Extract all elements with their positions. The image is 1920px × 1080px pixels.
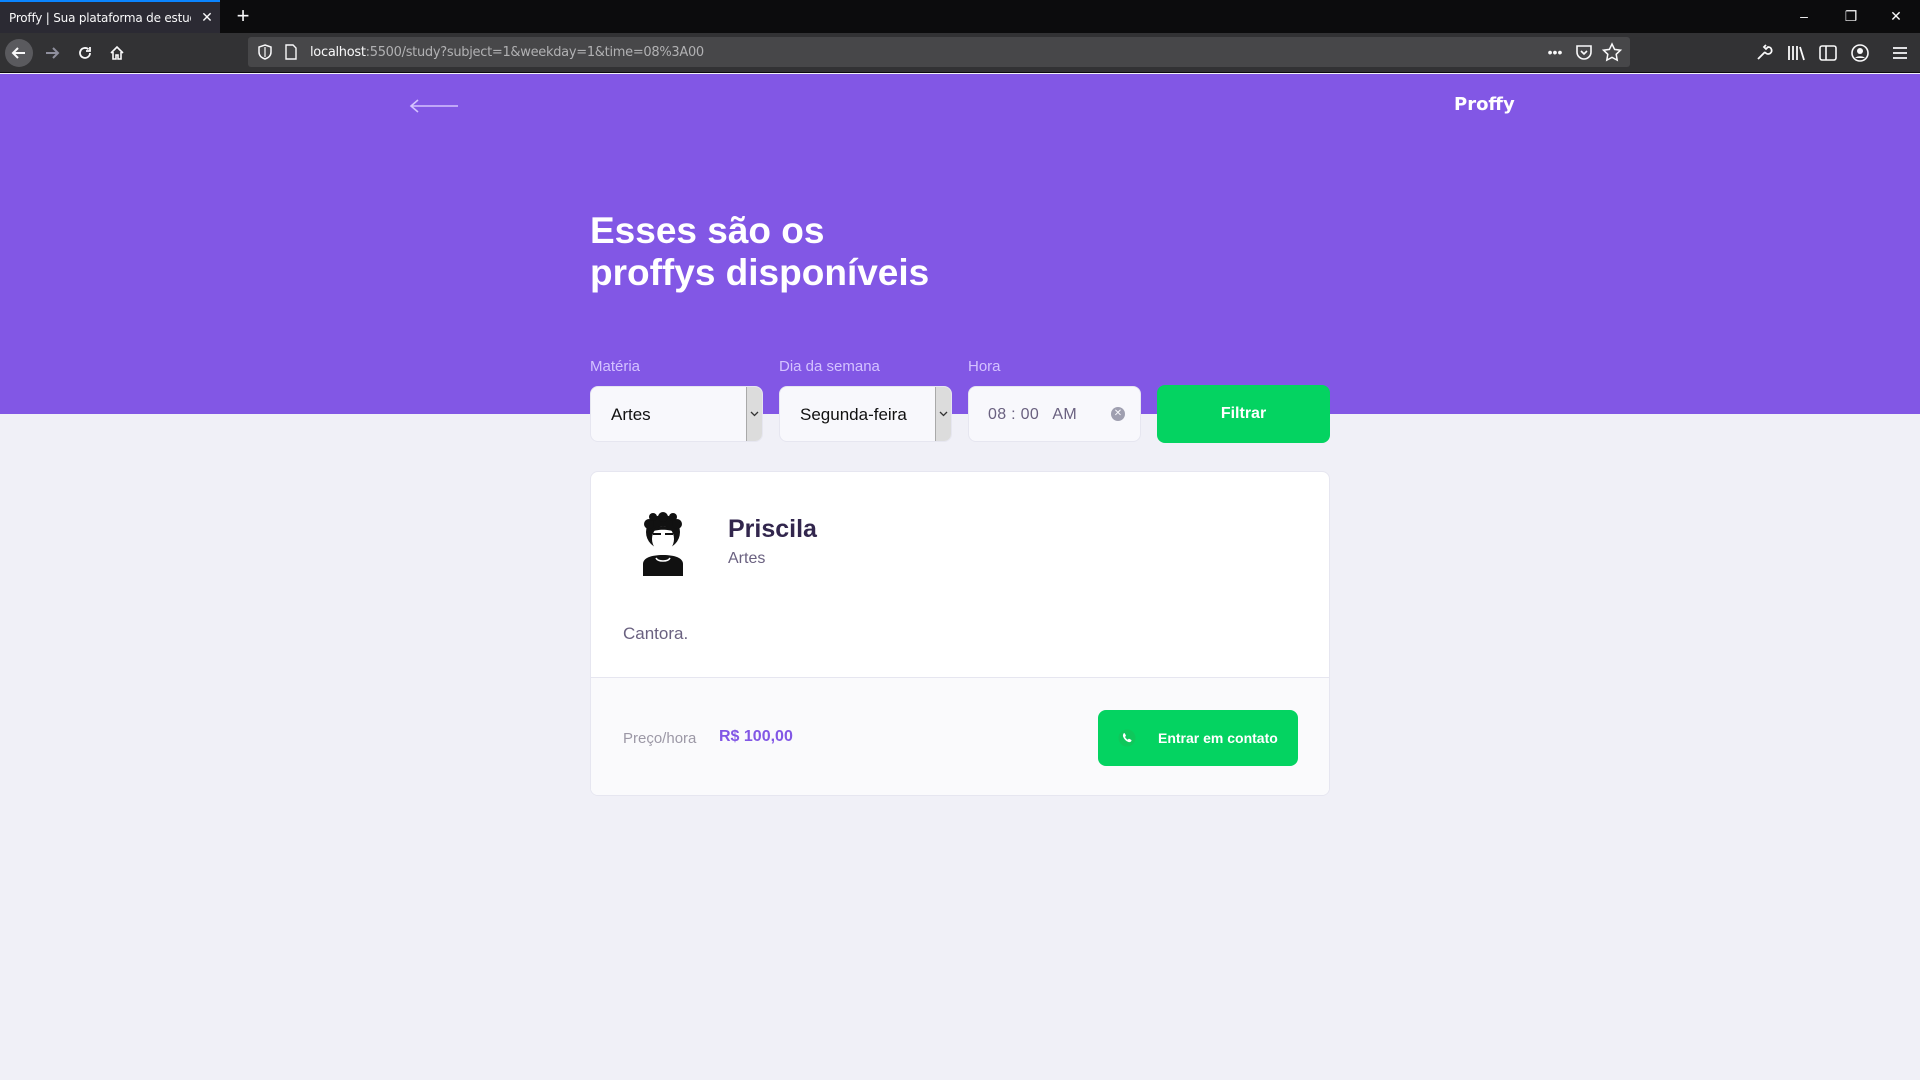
browser-tabbar: Proffy | Sua plataforma de estudos ✕ + –… — [0, 0, 1920, 33]
teacher-name: Priscila — [728, 515, 817, 543]
avatar-icon — [643, 512, 683, 576]
clear-icon[interactable]: ✕ — [1111, 407, 1125, 421]
pocket-icon[interactable] — [1573, 42, 1595, 62]
forward-button[interactable] — [38, 39, 66, 67]
price-label: Preço/hora — [623, 730, 697, 747]
library-icon[interactable] — [1785, 42, 1807, 64]
whatsapp-icon — [1118, 729, 1136, 747]
wrench-icon[interactable] — [1752, 42, 1774, 64]
home-button[interactable] — [103, 39, 131, 67]
forward-icon — [46, 47, 60, 59]
brand-logo: Proffy — [1454, 94, 1515, 115]
subject-select-value: Artes — [611, 405, 651, 424]
url-text[interactable]: localhost:5500/study?subject=1&weekday=1… — [310, 45, 704, 60]
back-icon — [11, 47, 25, 59]
contact-button[interactable]: Entrar em contato — [1098, 710, 1298, 766]
bookmark-star-icon[interactable] — [1601, 42, 1623, 62]
teacher-card: Priscila Artes Cantora. Preço/hora R$ 10… — [590, 471, 1330, 796]
page-title: Esses são os proffys disponíveis — [590, 210, 1090, 294]
price-value: R$ 100,00 — [719, 728, 793, 745]
subject-label: Matéria — [590, 358, 641, 375]
window-minimize-button[interactable]: – — [1784, 4, 1824, 28]
teacher-subject: Artes — [728, 550, 766, 567]
time-label: Hora — [968, 358, 1001, 375]
page-title-line-1: Esses são os — [590, 210, 825, 251]
subject-dropdown-button[interactable] — [746, 387, 762, 441]
reload-icon — [79, 47, 91, 59]
weekday-label: Dia da semana — [779, 358, 880, 375]
weekday-select-value: Segunda-feira — [800, 405, 907, 424]
browser-tab-active[interactable]: Proffy | Sua plataforma de estudos ✕ — [0, 0, 220, 33]
page-header: Proffy Esses são os proffys disponíveis — [0, 74, 1920, 414]
back-arrow-icon[interactable] — [408, 96, 460, 116]
subject-select[interactable]: Artes — [590, 386, 763, 442]
filter-button[interactable]: Filtrar — [1157, 385, 1330, 443]
back-button[interactable] — [5, 39, 33, 67]
page-info-icon[interactable] — [284, 44, 298, 60]
new-tab-button[interactable]: + — [232, 4, 254, 28]
time-input-value: 08 : 00 AM — [988, 406, 1077, 423]
shield-icon[interactable] — [256, 43, 274, 61]
teacher-card-footer: Preço/hora R$ 100,00 Entrar em contato — [591, 677, 1329, 795]
browser-navbar: localhost:5500/study?subject=1&weekday=1… — [0, 33, 1920, 73]
chevron-down-icon — [750, 411, 759, 417]
reload-button[interactable] — [71, 39, 99, 67]
page-content: Proffy Esses são os proffys disponíveis … — [0, 74, 1920, 1080]
menu-icon[interactable] — [1889, 42, 1911, 64]
contact-button-label: Entrar em contato — [1158, 730, 1278, 746]
window-restore-button[interactable]: ❐ — [1831, 4, 1871, 28]
home-icon — [110, 45, 124, 60]
weekday-dropdown-button[interactable] — [935, 387, 951, 441]
page-title-line-2: proffys disponíveis — [590, 252, 930, 293]
weekday-select[interactable]: Segunda-feira — [779, 386, 952, 442]
account-icon[interactable] — [1849, 42, 1871, 64]
page-actions-icon[interactable]: ••• — [1544, 42, 1566, 62]
url-bar[interactable]: localhost:5500/study?subject=1&weekday=1… — [248, 37, 1630, 67]
window-close-button[interactable]: ✕ — [1876, 4, 1916, 28]
teacher-bio: Cantora. — [623, 624, 689, 643]
browser-tab-title: Proffy | Sua plataforma de estudos — [9, 11, 191, 25]
tab-close-icon[interactable]: ✕ — [199, 9, 215, 25]
chevron-down-icon — [939, 411, 948, 417]
sidebar-icon[interactable] — [1817, 42, 1839, 64]
time-input[interactable]: 08 : 00 AM ✕ — [968, 386, 1141, 442]
